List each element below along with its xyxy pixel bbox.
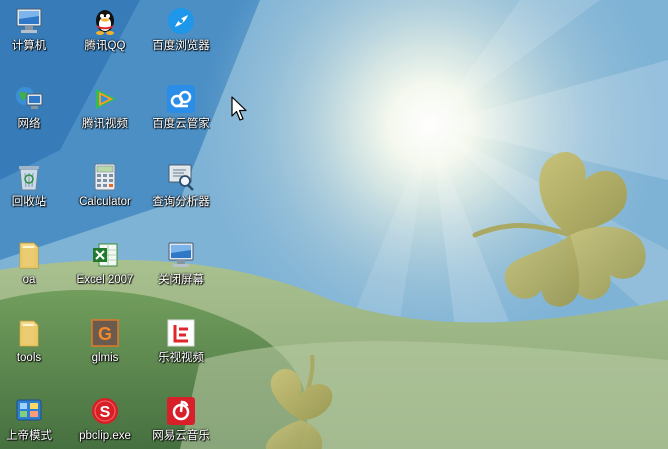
letv-icon bbox=[165, 317, 197, 349]
desktop-icon-baidu-browser[interactable]: 百度浏览器 bbox=[143, 3, 219, 73]
desktop-icon-tools[interactable]: tools bbox=[0, 315, 67, 385]
desktop-icon-query-analyzer[interactable]: 查询分析器 bbox=[143, 159, 219, 229]
mouse-cursor-icon bbox=[231, 96, 247, 121]
desktop-icon-recycle-bin[interactable]: 回收站 bbox=[0, 159, 67, 229]
desktop-icon-god-mode[interactable]: 上帝模式 bbox=[0, 393, 67, 449]
query-analyzer-icon bbox=[165, 161, 197, 193]
folder-icon bbox=[13, 317, 45, 349]
god-mode-icon bbox=[13, 395, 45, 427]
desktop-icon-monitor-off[interactable]: 关闭屏幕 bbox=[143, 237, 219, 307]
network-icon bbox=[13, 83, 45, 115]
desktop-icon-oa[interactable]: oa bbox=[0, 237, 67, 307]
desktop-icon-tencent-video[interactable]: 腾讯视频 bbox=[67, 81, 143, 151]
folder-icon bbox=[13, 239, 45, 271]
desktop-icon-netease-music[interactable]: 网易云音乐 bbox=[143, 393, 219, 449]
qq-penguin-icon bbox=[89, 5, 121, 37]
desktop[interactable]: 计算机 网络 回收站 oa tools 上帝模式 腾讯QQ 腾讯视频 Calcu… bbox=[0, 0, 668, 449]
calculator-icon bbox=[89, 161, 121, 193]
desktop-icon-letv[interactable]: 乐视视频 bbox=[143, 315, 219, 385]
desktop-icon-excel[interactable]: Excel 2007 bbox=[67, 237, 143, 307]
desktop-icon-pbclip[interactable]: S pbclip.exe bbox=[67, 393, 143, 449]
desktop-icon-calculator[interactable]: Calculator bbox=[67, 159, 143, 229]
recycle-bin-icon bbox=[13, 161, 45, 193]
pbclip-icon: S bbox=[89, 395, 121, 427]
desktop-icon-qq[interactable]: 腾讯QQ bbox=[67, 3, 143, 73]
desktop-icon-computer[interactable]: 计算机 bbox=[0, 3, 67, 73]
netease-music-icon bbox=[165, 395, 197, 427]
excel-icon bbox=[89, 239, 121, 271]
glmis-g-icon: G bbox=[89, 317, 121, 349]
baidu-cloud-icon bbox=[165, 83, 197, 115]
tencent-video-icon bbox=[89, 83, 121, 115]
desktop-icon-glmis[interactable]: G glmis bbox=[67, 315, 143, 385]
baidu-browser-icon bbox=[165, 5, 197, 37]
computer-icon bbox=[13, 5, 45, 37]
svg-text:S: S bbox=[100, 404, 111, 421]
svg-text:G: G bbox=[98, 324, 112, 344]
desktop-icon-network[interactable]: 网络 bbox=[0, 81, 67, 151]
desktop-icon-grid: 计算机 网络 回收站 oa tools 上帝模式 腾讯QQ 腾讯视频 Calcu… bbox=[0, 0, 668, 449]
desktop-icon-baidu-cloud[interactable]: 百度云管家 bbox=[143, 81, 219, 151]
monitor-off-icon bbox=[165, 239, 197, 271]
